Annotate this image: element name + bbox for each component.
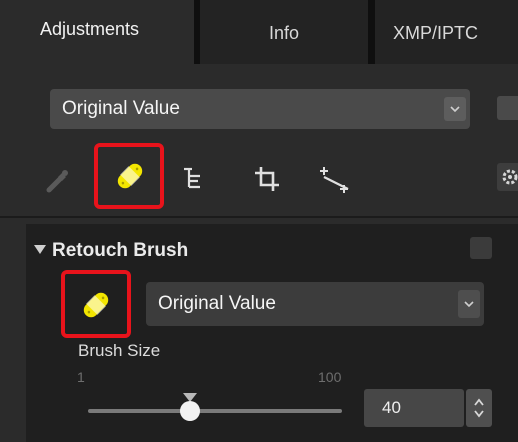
brush-mode-value: Original Value xyxy=(158,293,276,314)
panel-title: Retouch Brush xyxy=(52,240,189,261)
retouch-brush-tool-button[interactable] xyxy=(94,143,164,209)
brush-size-value: 40 xyxy=(382,398,401,417)
brush-size-slider-handle[interactable] xyxy=(179,401,200,421)
brush-size-label: Brush Size xyxy=(78,341,161,360)
panel-enable-checkbox[interactable] xyxy=(470,237,492,259)
tab-xmp-iptc[interactable]: XMP/IPTC xyxy=(375,0,518,64)
spinner-arrows-icon xyxy=(474,398,484,418)
tab-adjustments[interactable]: Adjustments xyxy=(26,0,194,64)
retouch-brush-icon xyxy=(116,162,144,190)
section-divider xyxy=(0,216,518,218)
tab-info[interactable]: Info xyxy=(200,0,368,64)
brush-mode-select[interactable]: Original Value xyxy=(146,282,484,326)
retouch-brush-icon xyxy=(82,291,110,319)
straighten-icon[interactable] xyxy=(318,163,352,197)
brush-mode-button[interactable] xyxy=(61,270,131,338)
preset-option-toggle[interactable] xyxy=(497,96,518,120)
brush-size-input[interactable]: 40 xyxy=(364,389,464,427)
brush-size-slider-track[interactable] xyxy=(88,409,342,413)
tab-bar: Adjustments Info XMP/IPTC xyxy=(0,0,518,64)
gear-icon[interactable] xyxy=(497,163,518,191)
chevron-down-icon[interactable] xyxy=(444,97,466,121)
adjustment-preset-value: Original Value xyxy=(62,98,180,119)
hierarchy-icon[interactable] xyxy=(180,164,208,192)
collapse-triangle-icon[interactable] xyxy=(34,245,46,255)
brush-size-max-label: 100 xyxy=(318,369,342,385)
tab-bar-edge xyxy=(0,0,26,64)
eyedropper-icon[interactable] xyxy=(44,167,72,195)
crop-icon[interactable] xyxy=(252,164,282,194)
brush-size-min-label: 1 xyxy=(77,369,85,385)
brush-size-spinner[interactable] xyxy=(466,389,492,427)
adjustment-preset-select[interactable]: Original Value xyxy=(50,89,470,129)
chevron-down-icon[interactable] xyxy=(458,290,480,318)
